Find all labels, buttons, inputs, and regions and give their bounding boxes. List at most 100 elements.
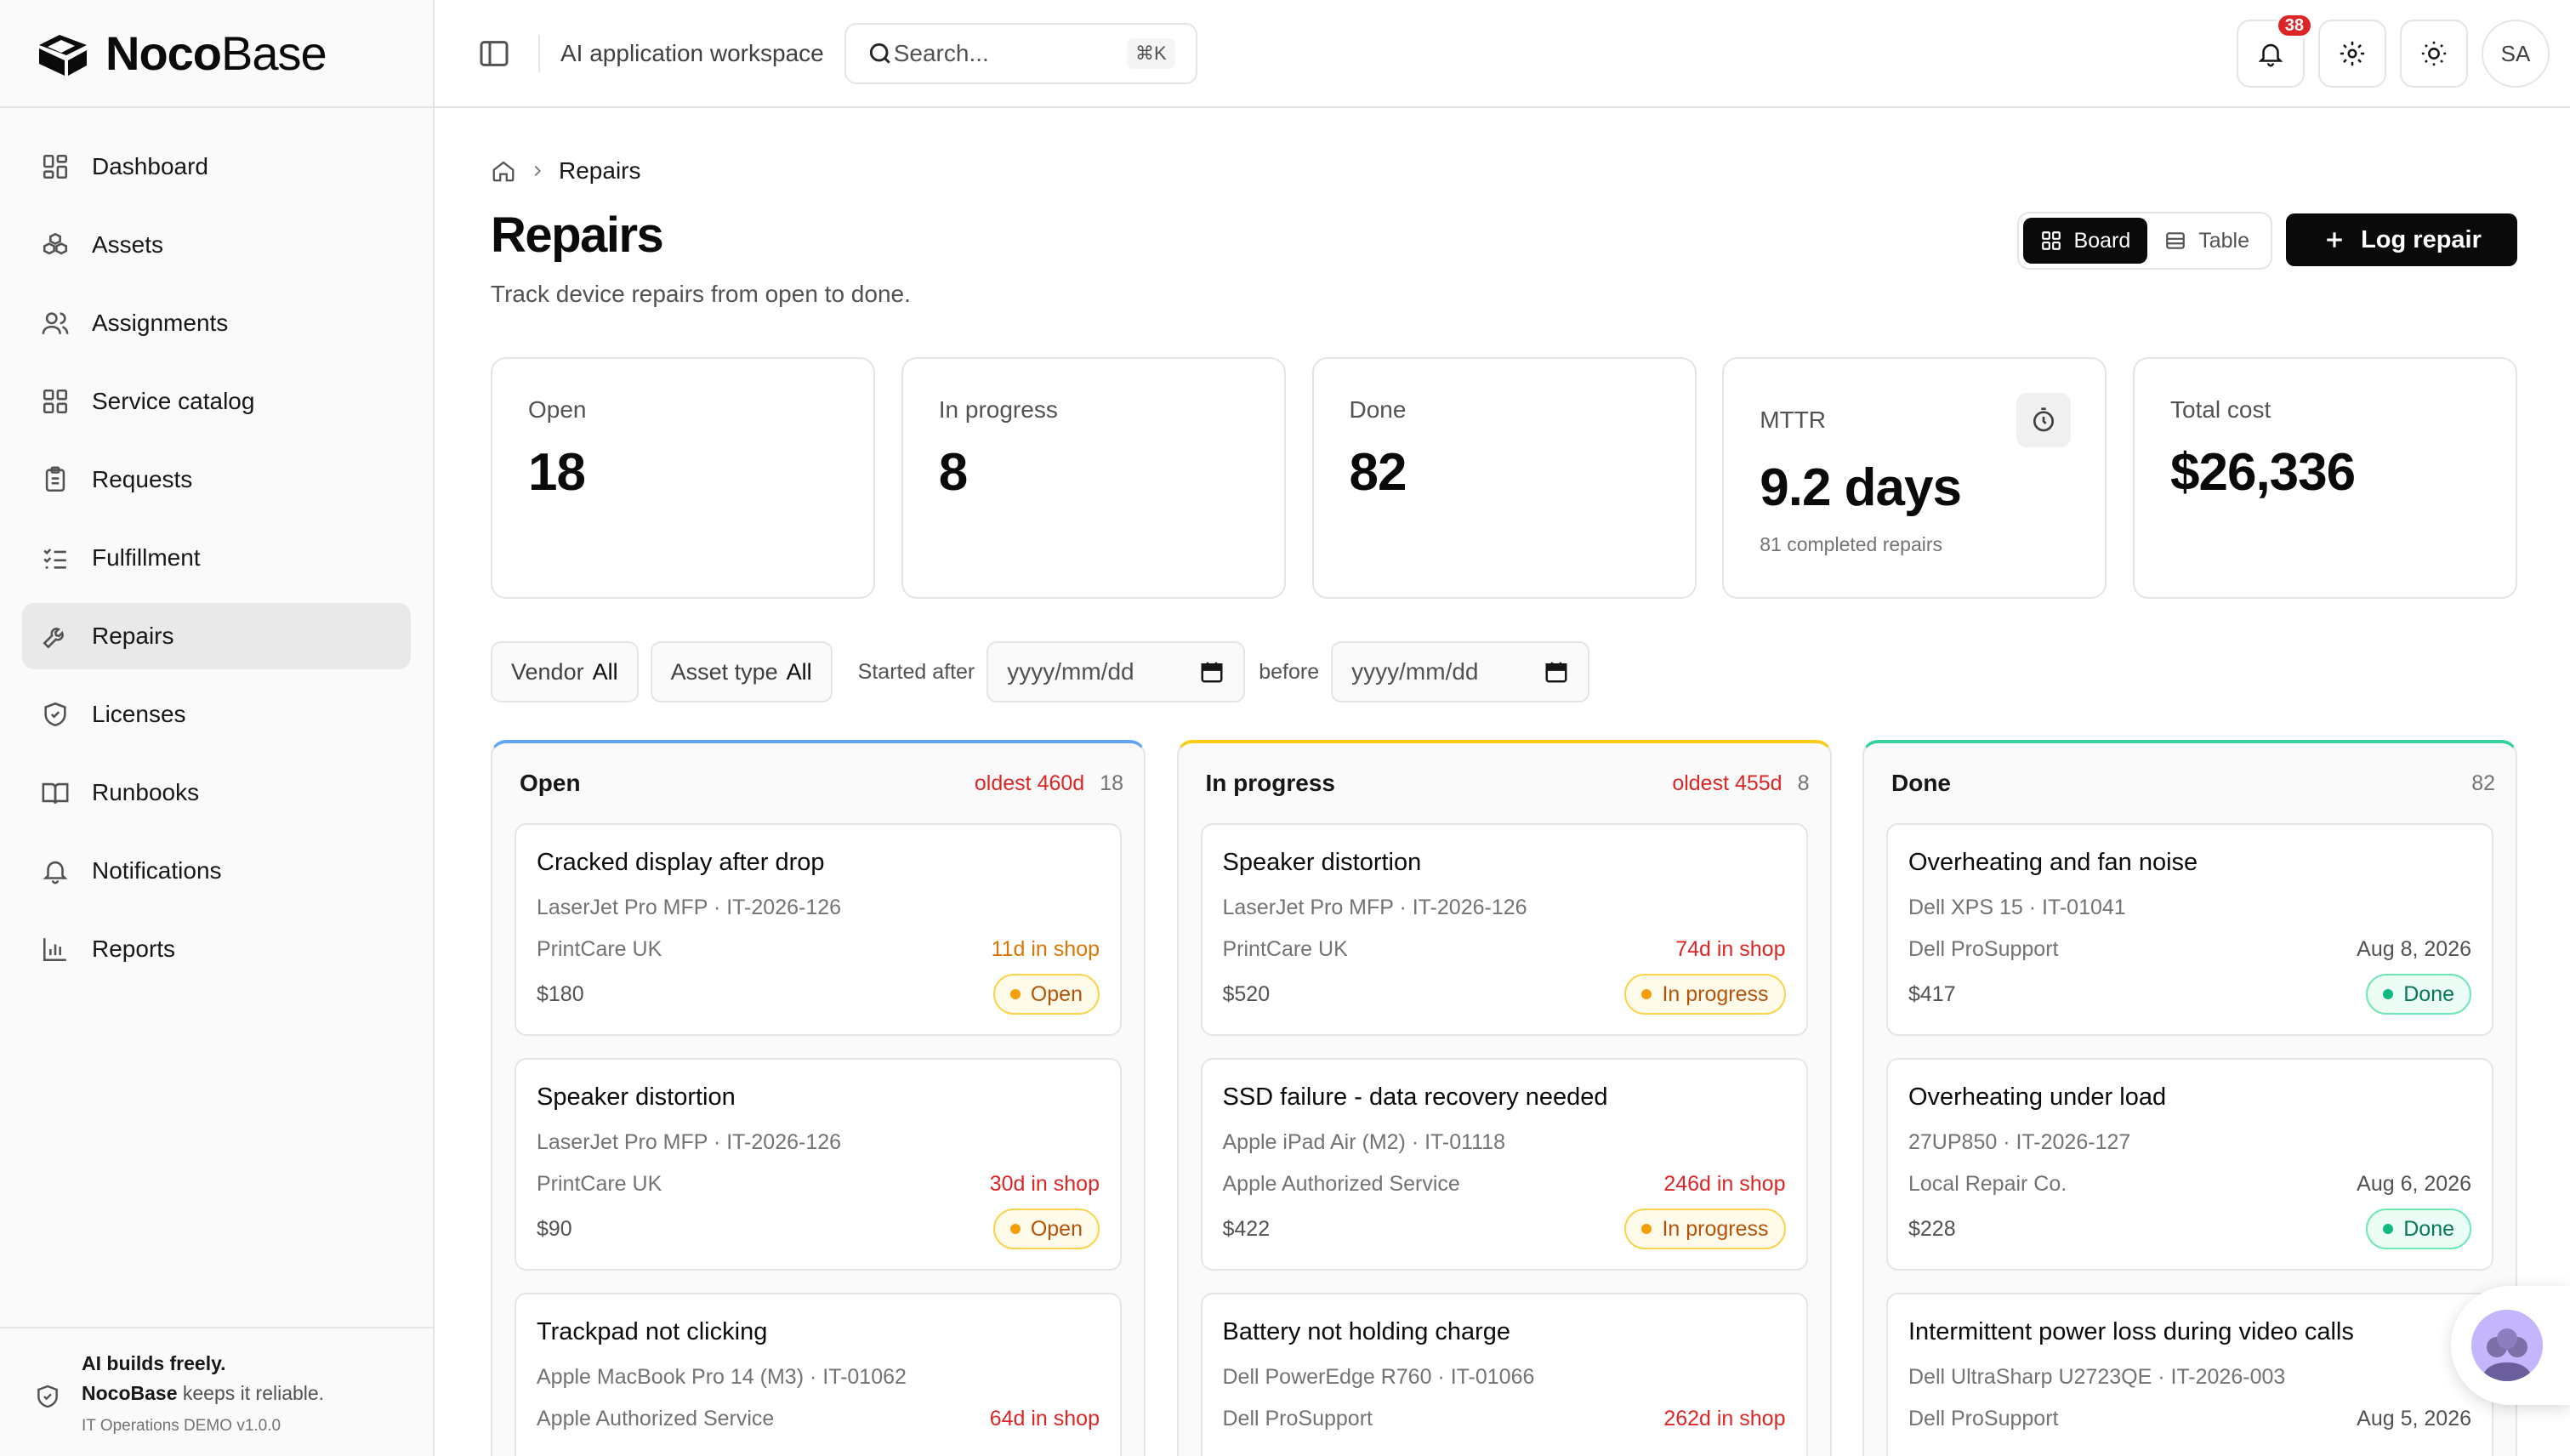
log-repair-button[interactable]: Log repair: [2286, 213, 2517, 266]
checklist-icon: [43, 549, 66, 569]
main-content: Repairs Repairs Track device repairs fro…: [491, 108, 2517, 1456]
board-view-button[interactable]: Board: [2022, 218, 2148, 264]
repair-card[interactable]: Intermittent power loss during video cal…: [1886, 1293, 2493, 1456]
stat-value: $26,336: [2170, 443, 2356, 502]
calendar-icon[interactable]: [1544, 659, 1569, 685]
card-asset: LaserJet Pro MFP · IT-2026-126: [537, 1130, 842, 1154]
status-label: In progress: [1662, 1216, 1769, 1241]
card-age: Aug 8, 2026: [2357, 937, 2471, 961]
card-vendor: Local Repair Co.: [1908, 1172, 2067, 1196]
table-view-button[interactable]: Table: [2147, 218, 2266, 264]
card-footer: $417 Done: [1908, 974, 2471, 1015]
repair-card[interactable]: SSD failure - data recovery needed Apple…: [1200, 1058, 1808, 1271]
card-title: Overheating under load: [1908, 1083, 2167, 1111]
grid-icon: [43, 389, 68, 414]
column-title: Done: [1891, 770, 1951, 796]
sidebar-item-fulfillment[interactable]: Fulfillment: [22, 525, 411, 591]
sidebar-nav: Dashboard Assets Assignments Service cat…: [0, 108, 433, 982]
card-age: 11d in shop: [991, 937, 1100, 961]
card-vendor: Apple Authorized Service: [537, 1407, 775, 1430]
search-input[interactable]: Search... ⌘K: [844, 22, 1197, 84]
view-toggle: Board Table: [2016, 212, 2272, 270]
column-count: 82: [2471, 771, 2495, 795]
vendor-filter[interactable]: Vendor All: [491, 641, 639, 702]
asset-type-filter[interactable]: Asset type All: [650, 641, 833, 702]
card-vendor: Dell ProSupport: [1908, 937, 2059, 961]
card-cost: $417: [1908, 981, 1956, 1006]
card-footer: $180 Open: [537, 974, 1100, 1015]
stats-row: Open 18 In progress 8 Done 82 MTTR 9.2 d…: [491, 357, 2517, 599]
sidebar-item-notifications[interactable]: Notifications: [22, 838, 411, 904]
sidebar-item-dashboard[interactable]: Dashboard: [22, 134, 411, 200]
calendar-icon[interactable]: [1199, 659, 1225, 685]
repair-card[interactable]: Battery not holding charge Dell PowerEdg…: [1200, 1293, 1808, 1456]
search-placeholder: Search...: [893, 39, 989, 66]
header-divider: [538, 34, 540, 72]
avatar[interactable]: SA: [2482, 20, 2550, 88]
notifications-button[interactable]: 38: [2237, 13, 2313, 88]
card-cost: $90: [537, 1216, 572, 1241]
column-oldest: oldest 455d: [1672, 771, 1783, 795]
status-badge: In progress: [1624, 1209, 1786, 1249]
card-cost: $520: [1222, 981, 1271, 1006]
card-vendor: PrintCare UK: [537, 1172, 662, 1196]
card-asset: 27UP850 · IT-2026-127: [1908, 1130, 2131, 1154]
card-title: Cracked display after drop: [537, 849, 825, 876]
sidebar-item-label: Reports: [92, 936, 176, 962]
sidebar-item-repairs[interactable]: Repairs: [22, 603, 411, 669]
sidebar-item-assets[interactable]: Assets: [22, 212, 411, 278]
stat-label: In progress: [938, 396, 1058, 423]
bar-chart-icon: [43, 938, 66, 962]
sidebar-toggle-icon[interactable]: [477, 37, 511, 71]
card-vendor: PrintCare UK: [1222, 937, 1348, 961]
card-row: Apple Authorized Service 246d in shop: [1223, 1172, 1786, 1197]
repair-card[interactable]: Cracked display after drop LaserJet Pro …: [515, 823, 1122, 1036]
card-age: 64d in shop: [989, 1407, 1100, 1430]
theme-toggle-button[interactable]: [2400, 20, 2468, 88]
home-icon[interactable]: [491, 158, 516, 184]
column-oldest: oldest 460d: [974, 771, 1085, 795]
repair-card[interactable]: Trackpad not clicking Apple MacBook Pro …: [515, 1293, 1122, 1456]
card-row: PrintCare UK 30d in shop: [537, 1172, 1100, 1197]
board-view-label: Board: [2073, 228, 2131, 253]
ai-assistant-avatar-icon: [2471, 1310, 2543, 1381]
card-age: 246d in shop: [1663, 1172, 1786, 1196]
sidebar-item-requests[interactable]: Requests: [22, 446, 411, 513]
card-vendor: Dell ProSupport: [1908, 1407, 2059, 1430]
before-date-input[interactable]: yyyy/mm/dd: [1331, 641, 1590, 702]
repair-card[interactable]: Speaker distortion LaserJet Pro MFP · IT…: [515, 1058, 1122, 1271]
card-row: Apple Authorized Service 64d in shop: [537, 1407, 1100, 1431]
sidebar-item-label: Licenses: [92, 701, 186, 727]
before-label: before: [1259, 659, 1320, 684]
page-subtitle: Track device repairs from open to done.: [491, 281, 911, 307]
ai-assistant-button[interactable]: [2451, 1286, 2570, 1405]
card-asset: Dell PowerEdge R760 · IT-01066: [1222, 1365, 1535, 1389]
timer-icon: [2033, 407, 2055, 432]
logo[interactable]: NocoBase: [0, 0, 433, 108]
settings-button[interactable]: [2318, 20, 2386, 88]
book-icon: [42, 782, 69, 804]
sidebar-item-assignments[interactable]: Assignments: [22, 290, 411, 356]
card-asset: LaserJet Pro MFP · IT-2026-126: [1222, 896, 1527, 919]
footer-version: IT Operations DEMO v1.0.0: [82, 1417, 281, 1435]
stat-sub: 81 completed repairs: [1760, 533, 1943, 555]
card-row: Dell ProSupport 262d in shop: [1223, 1407, 1786, 1431]
status-dot: [1641, 1224, 1652, 1234]
sidebar-item-service-catalog[interactable]: Service catalog: [22, 368, 411, 435]
card-row: Dell ProSupport Aug 8, 2026: [1908, 937, 2471, 962]
started-after-date-input[interactable]: yyyy/mm/dd: [986, 641, 1246, 702]
repair-card[interactable]: Overheating under load 27UP850 · IT-2026…: [1886, 1058, 2493, 1271]
gear-icon: [2340, 41, 2365, 66]
column-cards: Cracked display after drop LaserJet Pro …: [492, 823, 1144, 1456]
repair-card[interactable]: Speaker distortion LaserJet Pro MFP · IT…: [1200, 823, 1808, 1036]
sidebar-item-reports[interactable]: Reports: [22, 916, 411, 982]
stat-value: 82: [1349, 443, 1407, 502]
footer-tagline: AI builds freely.: [82, 1352, 226, 1374]
card-age: Aug 5, 2026: [2357, 1407, 2471, 1430]
sidebar-item-runbooks[interactable]: Runbooks: [22, 759, 411, 826]
footer-reliability: NocoBase keeps it reliable.: [82, 1382, 325, 1404]
repair-card[interactable]: Overheating and fan noise Dell XPS 15 · …: [1886, 823, 2493, 1036]
chevron-right-icon: [534, 165, 542, 177]
stat-open: Open 18: [491, 357, 875, 599]
sidebar-item-licenses[interactable]: Licenses: [22, 681, 411, 748]
